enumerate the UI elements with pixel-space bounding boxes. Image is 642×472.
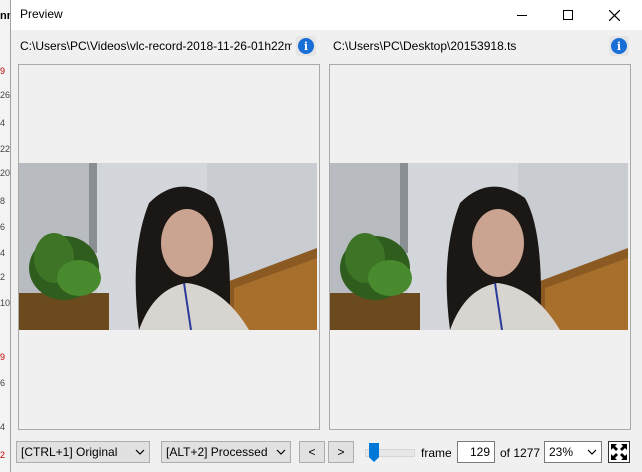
maximize-icon [563,10,573,20]
window-title: Preview [20,7,63,21]
processed-view-select-value: [ALT+2] Processed [166,445,268,459]
next-frame-button[interactable]: > [328,441,354,463]
zoom-select-value: 23% [549,445,574,459]
background-tick: 22 [0,144,11,154]
right-info-button[interactable]: i [609,36,629,56]
previous-frame-button[interactable]: < [299,441,325,463]
background-tick: 26 [0,90,11,100]
right-file-path: C:\Users\PC\Desktop\20153918.ts [333,39,517,53]
processed-video-frame [330,163,628,330]
preview-window: Preview C:\Users\PC\Videos\vlc-record-20… [10,0,642,472]
close-button[interactable] [591,0,637,30]
info-icon: i [298,38,314,54]
background-tick: 6 [0,222,6,232]
background-tick: 4 [0,118,6,128]
original-video-panel[interactable] [18,64,320,430]
frame-total-label: of 1277 [500,446,541,460]
background-tick: 8 [0,196,6,206]
processed-video-panel[interactable] [329,64,631,430]
frame-slider-thumb[interactable] [369,443,379,462]
background-tick: 20 [0,168,11,178]
minimize-icon [517,15,527,16]
title-bar[interactable]: Preview [11,0,642,30]
info-icon: i [611,38,627,54]
background-tick: 6 [0,378,6,388]
background-tick: 9 [0,352,6,362]
right-path-bar: C:\Users\PC\Desktop\20153918.ts [333,35,603,57]
chevron-down-icon [587,449,597,455]
original-view-select[interactable]: [CTRL+1] Original [16,441,150,463]
background-tick: 9 [0,66,6,76]
chevron-down-icon [276,449,286,455]
background-tick: 2 [0,272,6,282]
zoom-select[interactable]: 23% [544,441,602,463]
video-frame-image [330,163,628,330]
left-path-bar: C:\Users\PC\Videos\vlc-record-2018-11-26… [20,35,292,57]
chevron-down-icon [135,449,145,455]
processed-view-select[interactable]: [ALT+2] Processed [161,441,291,463]
background-tick: 4 [0,248,6,258]
frame-number-input[interactable]: 129 [457,441,495,463]
original-view-select-value: [CTRL+1] Original [21,445,118,459]
close-icon [608,9,620,21]
minimize-button[interactable] [499,0,545,30]
fullscreen-icon [611,444,627,460]
video-frame-image [19,163,317,330]
background-tick: 10 [0,298,11,308]
background-tick: 4 [0,422,6,432]
maximize-button[interactable] [545,0,591,30]
frame-label: frame [421,446,452,460]
fullscreen-button[interactable] [608,441,630,463]
left-info-button[interactable]: i [296,36,316,56]
left-file-path: C:\Users\PC\Videos\vlc-record-2018-11-26… [20,39,292,53]
original-video-frame [19,163,317,330]
background-tick: 2 [0,450,6,460]
